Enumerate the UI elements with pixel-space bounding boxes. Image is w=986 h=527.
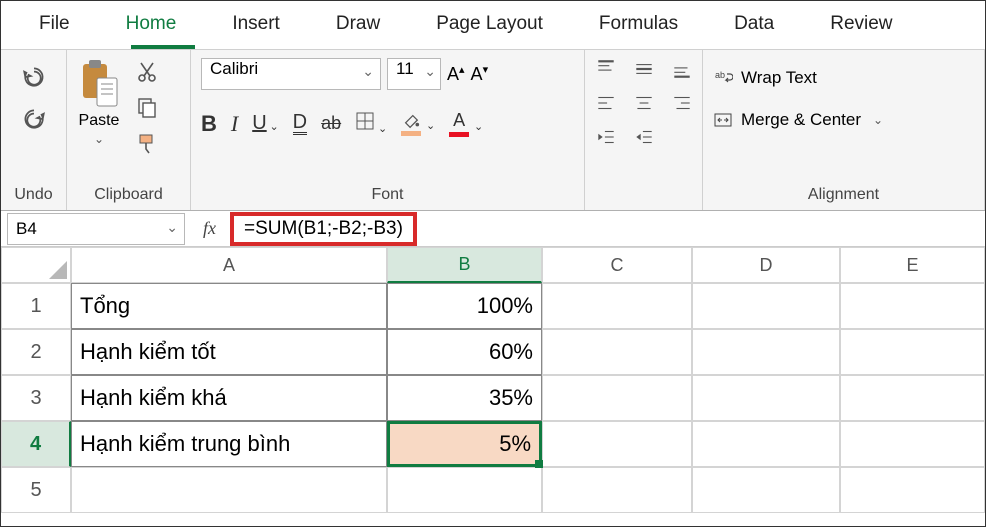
cell-E3[interactable] bbox=[840, 375, 985, 421]
col-header-D[interactable]: D bbox=[692, 247, 840, 283]
cell-E1[interactable] bbox=[840, 283, 985, 329]
align-bottom-icon[interactable] bbox=[671, 58, 695, 82]
ribbon: Undo Paste ⌄ bbox=[1, 49, 985, 211]
undo-group-label: Undo bbox=[11, 184, 56, 208]
strikethrough-button[interactable]: ab bbox=[321, 113, 341, 134]
font-group-label: Font bbox=[201, 184, 574, 208]
decrease-indent-icon[interactable] bbox=[595, 126, 619, 150]
col-header-E[interactable]: E bbox=[840, 247, 985, 283]
cell-B2[interactable]: 60% bbox=[387, 329, 542, 375]
cell-A4[interactable]: Hạnh kiểm trung bình bbox=[71, 421, 387, 467]
wrap-text-button[interactable]: ab Wrap Text bbox=[713, 64, 817, 92]
name-box[interactable]: B4 bbox=[7, 213, 185, 245]
cut-icon[interactable] bbox=[133, 58, 161, 86]
cell-C5[interactable] bbox=[542, 467, 692, 513]
tab-draw[interactable]: Draw bbox=[308, 3, 408, 45]
cell-D5[interactable] bbox=[692, 467, 840, 513]
wrap-text-icon: ab bbox=[713, 68, 733, 88]
italic-button[interactable]: I bbox=[231, 111, 238, 137]
select-all-corner[interactable] bbox=[1, 247, 71, 283]
format-painter-icon[interactable] bbox=[133, 130, 161, 158]
cell-A1[interactable]: Tổng bbox=[71, 283, 387, 329]
tab-data[interactable]: Data bbox=[706, 3, 802, 45]
underline-button[interactable]: U bbox=[252, 112, 278, 135]
align-top-icon[interactable] bbox=[595, 58, 619, 82]
merge-dropdown-icon[interactable]: ⌄ bbox=[873, 113, 883, 127]
row-header-1[interactable]: 1 bbox=[1, 283, 71, 329]
tab-file[interactable]: File bbox=[11, 3, 98, 45]
cell-A3[interactable]: Hạnh kiểm khá bbox=[71, 375, 387, 421]
alignment-group-label: Alignment bbox=[713, 184, 974, 208]
col-header-A[interactable]: A bbox=[71, 247, 387, 283]
svg-text:ab: ab bbox=[715, 70, 725, 80]
align-middle-icon[interactable] bbox=[633, 58, 657, 82]
row-header-3[interactable]: 3 bbox=[1, 375, 71, 421]
undo-button[interactable] bbox=[16, 58, 52, 94]
merge-center-button[interactable]: Merge & Center ⌄ bbox=[713, 106, 883, 134]
cell-B1[interactable]: 100% bbox=[387, 283, 542, 329]
merge-center-label: Merge & Center bbox=[741, 110, 861, 130]
tab-review[interactable]: Review bbox=[802, 3, 920, 45]
tab-insert[interactable]: Insert bbox=[204, 3, 308, 45]
cell-D4[interactable] bbox=[692, 421, 840, 467]
cell-A5[interactable] bbox=[71, 467, 387, 513]
cell-D1[interactable] bbox=[692, 283, 840, 329]
cell-E2[interactable] bbox=[840, 329, 985, 375]
fx-icon[interactable]: fx bbox=[189, 218, 230, 239]
paste-label[interactable]: Paste bbox=[79, 112, 120, 130]
clipboard-group-label: Clipboard bbox=[77, 184, 180, 208]
cell-B5[interactable] bbox=[387, 467, 542, 513]
bold-button[interactable]: B bbox=[201, 111, 217, 137]
col-header-B[interactable]: B bbox=[387, 247, 542, 283]
cell-A2[interactable]: Hạnh kiểm tốt bbox=[71, 329, 387, 375]
cell-C2[interactable] bbox=[542, 329, 692, 375]
cell-C4[interactable] bbox=[542, 421, 692, 467]
font-size-combo[interactable]: 11 bbox=[387, 58, 441, 90]
paste-dropdown[interactable]: ⌄ bbox=[94, 132, 104, 146]
row-header-2[interactable]: 2 bbox=[1, 329, 71, 375]
cell-C3[interactable] bbox=[542, 375, 692, 421]
redo-button[interactable] bbox=[16, 100, 52, 136]
paste-icon[interactable] bbox=[77, 58, 121, 110]
align-icons-group bbox=[585, 50, 703, 210]
cell-D2[interactable] bbox=[692, 329, 840, 375]
undo-group: Undo bbox=[1, 50, 67, 210]
shrink-font-icon[interactable]: A▾ bbox=[471, 63, 489, 85]
ribbon-tabs: File Home Insert Draw Page Layout Formul… bbox=[1, 1, 985, 45]
merge-icon bbox=[713, 110, 733, 130]
wrap-text-label: Wrap Text bbox=[741, 68, 817, 88]
align-right-icon[interactable] bbox=[671, 92, 695, 116]
cell-B3[interactable]: 35% bbox=[387, 375, 542, 421]
increase-indent-icon[interactable] bbox=[633, 126, 657, 150]
row-header-4[interactable]: 4 bbox=[1, 421, 71, 467]
spreadsheet-grid: A B C D E 1 Tổng 100% 2 Hạnh kiểm tốt 60… bbox=[1, 247, 985, 513]
font-group: Calibri 11 A▴ A▾ B I U D ab bbox=[191, 50, 585, 210]
font-name-combo[interactable]: Calibri bbox=[201, 58, 381, 90]
align-center-icon[interactable] bbox=[633, 92, 657, 116]
alignment-group: ab Wrap Text Merge & Center ⌄ Alignment bbox=[703, 50, 985, 210]
grow-font-icon[interactable]: A▴ bbox=[447, 63, 465, 85]
clipboard-group: Paste ⌄ Clipboard bbox=[67, 50, 191, 210]
formula-input[interactable]: =SUM(B1;-B2;-B3) bbox=[230, 212, 417, 246]
col-header-C[interactable]: C bbox=[542, 247, 692, 283]
borders-button[interactable] bbox=[355, 111, 387, 137]
row-header-5[interactable]: 5 bbox=[1, 467, 71, 513]
cell-C1[interactable] bbox=[542, 283, 692, 329]
cell-E4[interactable] bbox=[840, 421, 985, 467]
tab-page-layout[interactable]: Page Layout bbox=[408, 3, 571, 45]
empty-label bbox=[595, 202, 692, 208]
copy-icon[interactable] bbox=[133, 94, 161, 122]
fill-color-button[interactable] bbox=[401, 112, 435, 136]
align-left-icon[interactable] bbox=[595, 92, 619, 116]
cell-E5[interactable] bbox=[840, 467, 985, 513]
cell-D3[interactable] bbox=[692, 375, 840, 421]
font-color-button[interactable]: A bbox=[449, 110, 483, 137]
tab-home[interactable]: Home bbox=[98, 3, 205, 45]
tab-formulas[interactable]: Formulas bbox=[571, 3, 706, 45]
formula-bar: B4 fx =SUM(B1;-B2;-B3) bbox=[1, 211, 985, 247]
cell-B4[interactable]: 5% bbox=[387, 421, 542, 467]
double-underline-button[interactable]: D bbox=[293, 112, 307, 135]
